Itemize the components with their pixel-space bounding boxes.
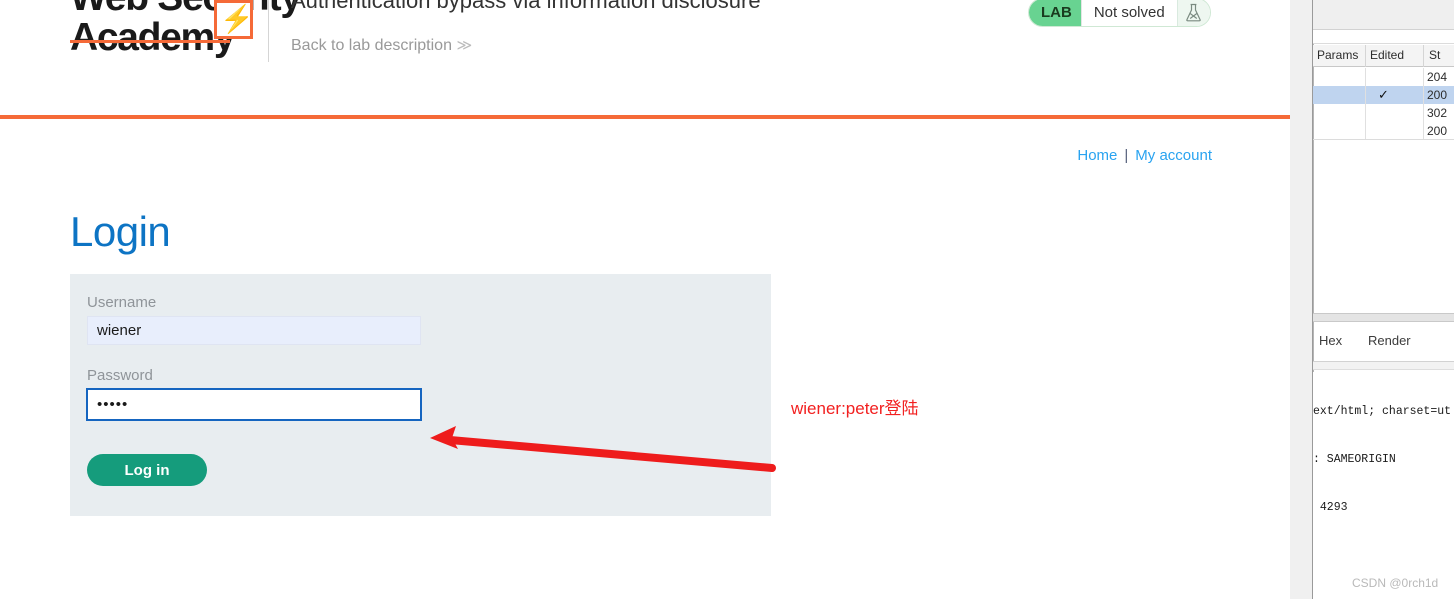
cell-divider [1423, 122, 1424, 140]
nav-link-my-account[interactable]: My account [1135, 147, 1212, 164]
username-input[interactable] [87, 316, 421, 345]
logo-underline [70, 40, 230, 43]
login-submit-button[interactable]: Log in [87, 454, 207, 486]
burp-response-body[interactable]: ext/html; charset=ut : SAMEORIGIN 4293 l… [1313, 372, 1454, 599]
table-row[interactable]: 302 [1313, 104, 1454, 122]
response-header-line: : SAMEORIGIN [1313, 453, 1396, 466]
burp-suite-panel: Params Edited St 204 ✓ 200 302 200 Hex R… [1313, 0, 1454, 599]
back-to-lab-description-link[interactable]: Back to lab description ≫ [291, 36, 472, 55]
cell-divider [1365, 68, 1366, 86]
cell-divider [1365, 86, 1366, 104]
back-link-label: Back to lab description [291, 37, 452, 54]
column-divider [1423, 45, 1424, 67]
response-header-line: ext/html; charset=ut [1313, 405, 1452, 418]
lab-status-widget: LAB Not solved [1028, 0, 1211, 27]
lab-page: Web Security Academy ⚡ Authentication by… [0, 0, 1290, 599]
flask-icon [1176, 0, 1210, 26]
table-row[interactable]: ✓ 200 [1313, 86, 1454, 104]
column-header-edited[interactable]: Edited [1370, 48, 1404, 62]
cell-divider [1365, 122, 1366, 140]
table-row[interactable]: 200 [1313, 122, 1454, 140]
nav-separator: | [1124, 147, 1129, 164]
username-label: Username [87, 294, 157, 311]
lightning-bolt-icon: ⚡ [220, 4, 254, 34]
cell-divider [1365, 104, 1366, 122]
tab-hex[interactable]: Hex [1319, 333, 1342, 348]
column-header-status[interactable]: St [1429, 48, 1440, 62]
screen-root: Web Security Academy ⚡ Authentication by… [0, 0, 1454, 599]
page-nav: Home | My account [1077, 147, 1212, 164]
burp-toolbar [1313, 0, 1454, 30]
column-divider [1365, 45, 1366, 67]
row-status-code: 200 [1427, 88, 1448, 102]
table-bottom-rule [1313, 139, 1454, 140]
lab-badge: LAB [1029, 0, 1081, 26]
header-orange-rule [0, 115, 1290, 119]
burp-filter-bar [1313, 30, 1454, 44]
cell-divider [1423, 104, 1424, 122]
nav-link-home[interactable]: Home [1077, 147, 1117, 164]
panel-splitter-handle[interactable] [1313, 313, 1454, 322]
row-params-check: ✓ [1378, 87, 1389, 102]
password-label: Password [87, 367, 153, 384]
header-divider [268, 0, 269, 62]
watermark: CSDN @0rch1d [1352, 576, 1439, 590]
row-status-code: 302 [1427, 106, 1448, 120]
table-row[interactable]: 204 [1313, 68, 1454, 86]
tabs-band [1313, 362, 1454, 370]
row-status-code: 204 [1427, 70, 1448, 84]
chevron-right-double-icon: ≫ [456, 37, 473, 54]
response-header-line: 4293 [1313, 501, 1348, 514]
tab-render[interactable]: Render [1368, 333, 1411, 348]
burp-history-table-header: Params Edited St [1313, 45, 1454, 67]
lab-header: Web Security Academy ⚡ Authentication by… [0, 0, 1290, 119]
annotation-credentials-text: wiener:peter登陆 [791, 399, 919, 418]
row-status-code: 200 [1427, 124, 1448, 138]
login-heading: Login [70, 208, 171, 255]
password-input[interactable] [86, 388, 422, 421]
page-title: Authentication bypass via information di… [291, 0, 761, 13]
web-security-academy-logo[interactable]: Web Security Academy ⚡ [70, 0, 302, 58]
login-form-panel: Username Password Log in [70, 274, 771, 516]
cell-divider [1423, 68, 1424, 86]
burp-response-tabs: Hex Render [1313, 333, 1454, 359]
column-header-params[interactable]: Params [1317, 48, 1358, 62]
cell-divider [1423, 86, 1424, 104]
burp-gutter [1290, 0, 1313, 599]
status-badge: Not solved [1080, 0, 1177, 26]
